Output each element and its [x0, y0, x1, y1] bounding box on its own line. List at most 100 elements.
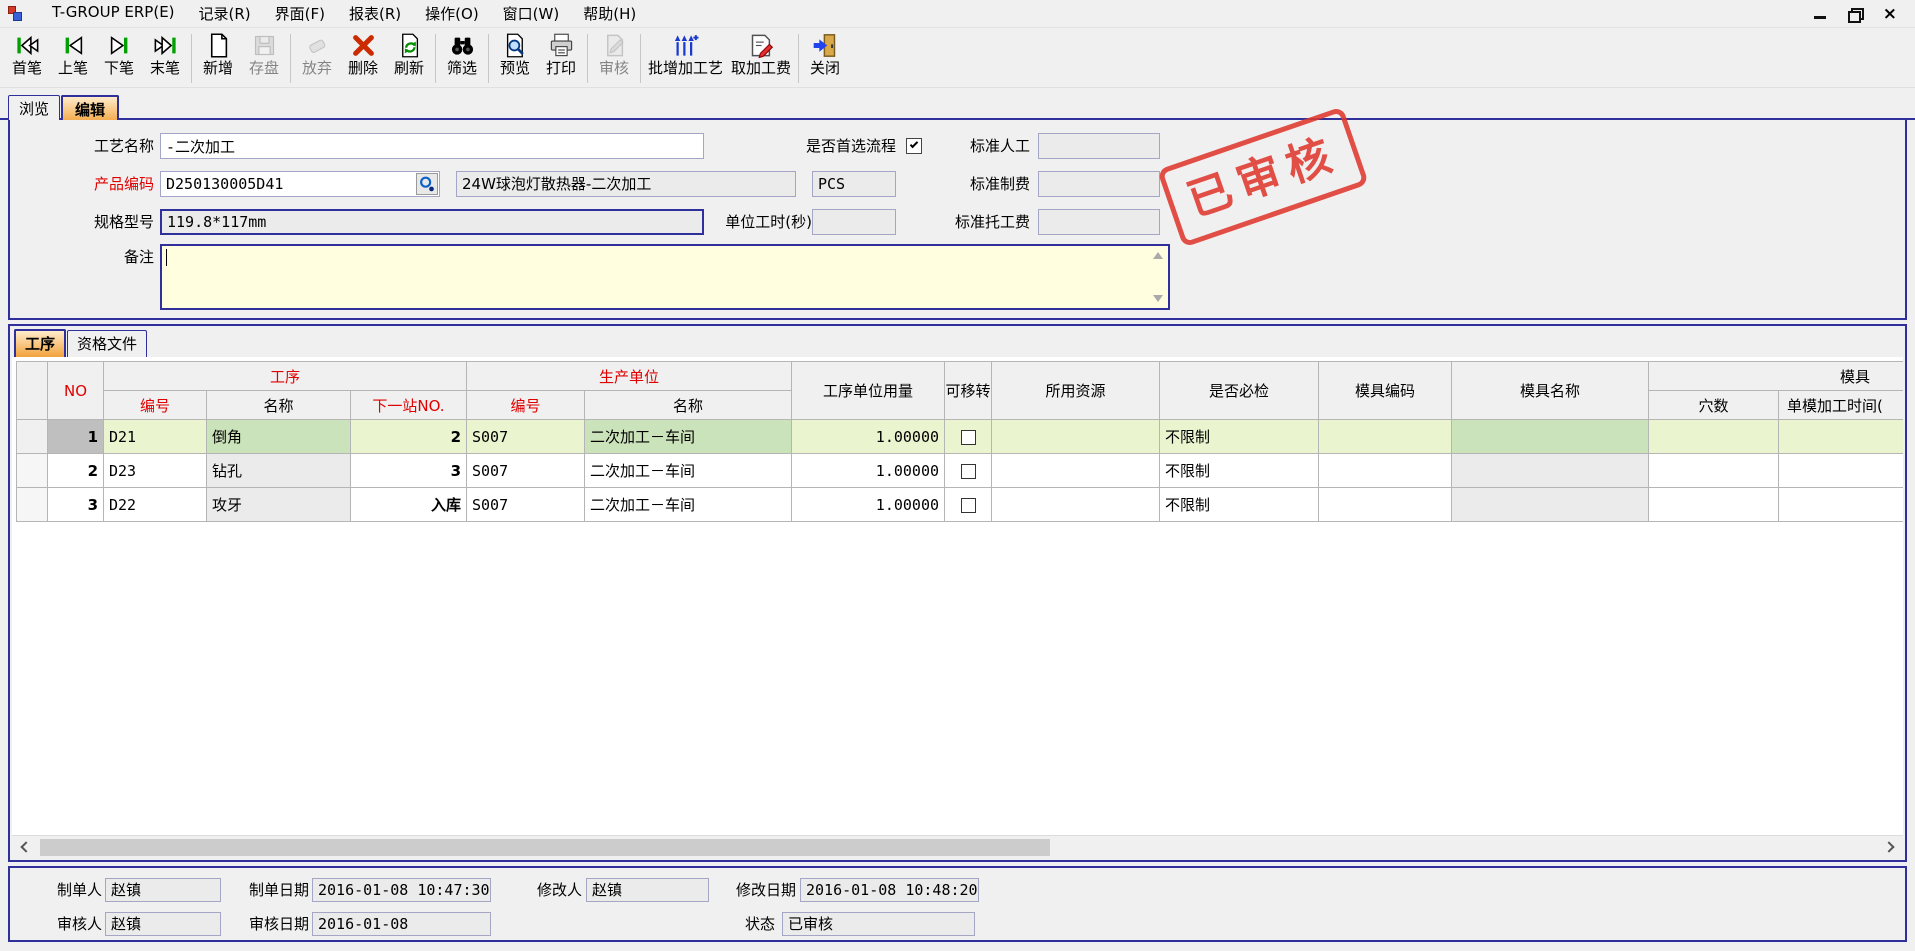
cell-mold-time[interactable] [1779, 454, 1903, 488]
cell-unit-name[interactable]: 二次加工－车间 [585, 488, 792, 522]
cell-next-no[interactable]: 3 [351, 454, 467, 488]
cell-name[interactable]: 倒角 [207, 420, 351, 454]
cell-code[interactable]: D23 [104, 454, 207, 488]
std-labor-field[interactable] [1038, 133, 1160, 159]
toolbar-button-first-record[interactable]: 首笔 [4, 30, 50, 78]
cell-transferable[interactable] [945, 488, 992, 522]
menu-item-interface[interactable]: 界面(F) [263, 0, 337, 27]
cell-cavity[interactable] [1649, 488, 1779, 522]
cell-no[interactable]: 1 [48, 420, 104, 454]
menu-item-window[interactable]: 窗口(W) [491, 0, 572, 27]
cell-no[interactable]: 2 [48, 454, 104, 488]
cell-next-no[interactable]: 入库 [351, 488, 467, 522]
cell-resources[interactable] [992, 454, 1160, 488]
toolbar-button-filter[interactable]: 筛选 [439, 30, 485, 78]
col-no-header[interactable]: NO [48, 362, 104, 420]
preferred-flow-checkbox[interactable] [906, 138, 922, 154]
menu-item-tgroup-erp[interactable]: T-GROUP ERP(E) [40, 0, 187, 27]
cell-name[interactable]: 攻牙 [207, 488, 351, 522]
cell-transferable[interactable] [945, 454, 992, 488]
menu-item-reports[interactable]: 报表(R) [337, 0, 413, 27]
cell-code[interactable]: D22 [104, 488, 207, 522]
std-mfg-fee-field[interactable] [1038, 171, 1160, 197]
scroll-right-icon[interactable] [1883, 841, 1894, 852]
menu-item-help[interactable]: 帮助(H) [571, 0, 648, 27]
cell-unit-code[interactable]: S007 [467, 488, 585, 522]
toolbar-button-next-record[interactable]: 下笔 [96, 30, 142, 78]
col-must-check-header[interactable]: 是否必检 [1160, 362, 1319, 420]
row-selector-cell[interactable] [17, 420, 48, 454]
cell-usage[interactable]: 1.00000 [792, 420, 945, 454]
col-process-code-header[interactable]: 编号 [104, 391, 207, 420]
toolbar-button-delete[interactable]: 删除 [340, 30, 386, 78]
col-next-no-header[interactable]: 下一站NO. [351, 391, 467, 420]
col-mold-code-header[interactable]: 模具编码 [1319, 362, 1452, 420]
restore-icon[interactable] [1848, 8, 1861, 20]
col-mold-name-header[interactable]: 模具名称 [1452, 362, 1649, 420]
cell-mold-time[interactable] [1779, 420, 1903, 454]
toolbar-button-preview[interactable]: 预览 [492, 30, 538, 78]
cell-usage[interactable]: 1.00000 [792, 454, 945, 488]
cell-must-check[interactable]: 不限制 [1160, 454, 1319, 488]
toolbar-button-new[interactable]: 新增 [195, 30, 241, 78]
cell-mold-name[interactable] [1452, 454, 1649, 488]
scroll-up-icon[interactable] [1153, 252, 1163, 259]
unit-time-field[interactable] [812, 209, 896, 235]
group-process-header[interactable]: 工序 [104, 362, 467, 391]
cell-mold-name[interactable] [1452, 420, 1649, 454]
cell-mold-code[interactable] [1319, 488, 1452, 522]
product-code-input[interactable] [160, 171, 440, 197]
scroll-down-icon[interactable] [1153, 295, 1163, 302]
cell-mold-code[interactable] [1319, 454, 1452, 488]
col-process-name-header[interactable]: 名称 [207, 391, 351, 420]
table-row[interactable]: 3D22攻牙入库S007二次加工－车间1.00000 不限制 [17, 488, 1904, 522]
cell-usage[interactable]: 1.00000 [792, 488, 945, 522]
row-selector-cell[interactable] [17, 488, 48, 522]
minimize-icon[interactable] [1814, 16, 1826, 19]
col-unit-code-header[interactable]: 编号 [467, 391, 585, 420]
cell-cavity[interactable] [1649, 420, 1779, 454]
menu-item-operations[interactable]: 操作(O) [413, 0, 491, 27]
spec-model-field[interactable]: 119.8*117mm [160, 209, 704, 235]
group-mold-header[interactable]: 模具 [1649, 362, 1903, 391]
toolbar-button-close[interactable]: 关闭 [802, 30, 848, 78]
transferable-checkbox[interactable] [961, 498, 976, 513]
cell-unit-name[interactable]: 二次加工－车间 [585, 420, 792, 454]
toolbar-button-prev-record[interactable]: 上笔 [50, 30, 96, 78]
scrollbar-thumb[interactable] [40, 839, 1050, 856]
cell-resources[interactable] [992, 488, 1160, 522]
col-unit-name-header[interactable]: 名称 [585, 391, 792, 420]
cell-mold-name[interactable] [1452, 488, 1649, 522]
row-selector-cell[interactable] [17, 454, 48, 488]
close-icon[interactable]: × [1883, 7, 1897, 21]
product-lookup-button[interactable] [416, 173, 438, 195]
cell-unit-code[interactable]: S007 [467, 454, 585, 488]
cell-must-check[interactable]: 不限制 [1160, 488, 1319, 522]
table-row[interactable]: 2D23钻孔3S007二次加工－车间1.00000 不限制 [17, 454, 1904, 488]
toolbar-button-print[interactable]: 打印 [538, 30, 584, 78]
cell-unit-name[interactable]: 二次加工－车间 [585, 454, 792, 488]
cell-name[interactable]: 钻孔 [207, 454, 351, 488]
tab-browse[interactable]: 浏览 [8, 95, 60, 122]
col-usage-header[interactable]: 工序单位用量 [792, 362, 945, 420]
toolbar-button-get-processing-fee[interactable]: 取加工费 [727, 30, 795, 78]
process-name-input[interactable] [160, 133, 704, 159]
toolbar-button-last-record[interactable]: 末笔 [142, 30, 188, 78]
table-row[interactable]: 1D21倒角2S007二次加工－车间1.00000不限制 [17, 420, 1904, 454]
cell-resources[interactable] [992, 420, 1160, 454]
cell-mold-code[interactable] [1319, 420, 1452, 454]
std-outsource-fee-field[interactable] [1038, 209, 1160, 235]
cell-must-check[interactable]: 不限制 [1160, 420, 1319, 454]
transferable-checkbox[interactable] [961, 430, 976, 445]
toolbar-button-batch-add-process[interactable]: 批增加工艺 [644, 30, 727, 78]
cell-mold-time[interactable] [1779, 488, 1903, 522]
scroll-left-icon[interactable] [20, 841, 31, 852]
col-mold-time-header[interactable]: 单模加工时间( [1779, 391, 1903, 420]
cell-transferable[interactable] [945, 420, 992, 454]
cell-no[interactable]: 3 [48, 488, 104, 522]
toolbar-button-refresh[interactable]: 刷新 [386, 30, 432, 78]
remarks-textarea[interactable] [160, 244, 1170, 310]
menu-item-records[interactable]: 记录(R) [187, 0, 263, 27]
cell-cavity[interactable] [1649, 454, 1779, 488]
cell-next-no[interactable]: 2 [351, 420, 467, 454]
